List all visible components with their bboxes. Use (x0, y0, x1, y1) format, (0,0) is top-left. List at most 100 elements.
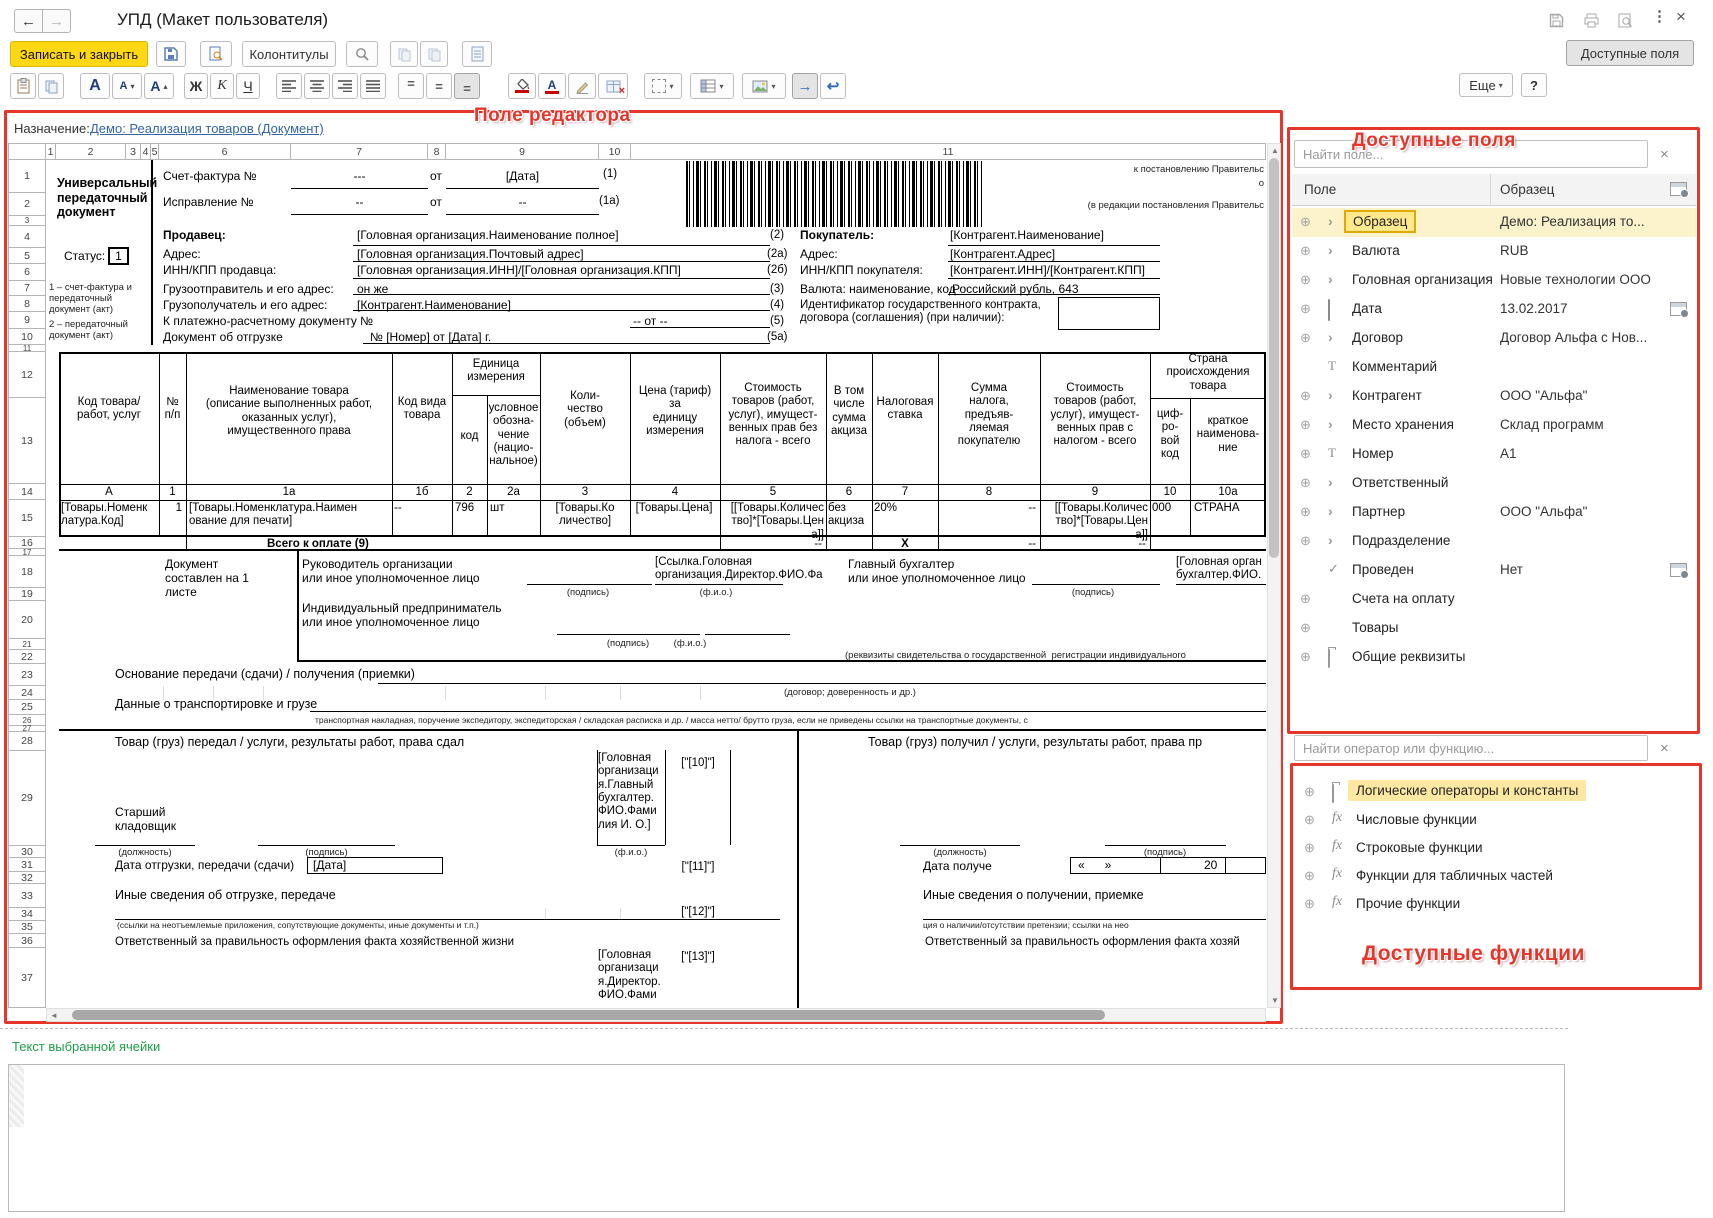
row-header-cell[interactable]: 32 (8, 872, 46, 884)
copy-button-1[interactable] (390, 41, 418, 67)
invoice-date-cell[interactable]: [Дата] (446, 170, 599, 184)
field-row-proveden[interactable]: ✓ Проведен Нет (1292, 556, 1696, 585)
ip-cell[interactable]: Индивидуальный предприниматель или иное … (302, 602, 501, 630)
function-group-string[interactable]: ⊕ fx Строковые функции (1296, 834, 1700, 863)
row-header-cell[interactable]: 21 (8, 639, 46, 650)
total-dash-9[interactable]: -- (1040, 538, 1146, 551)
buyer-addr-label[interactable]: Адрес: (800, 248, 838, 262)
function-group-other[interactable]: ⊕ fx Прочие функции (1296, 890, 1700, 919)
expand-icon[interactable]: ⊕ (1300, 330, 1311, 346)
shipdate-label[interactable]: Дата отгрузки, передачи (сдачи) (115, 859, 294, 873)
field-settings-icon[interactable] (1670, 302, 1687, 316)
column-header-cell[interactable]: 9 (446, 143, 599, 160)
window-close-icon[interactable]: × (1676, 7, 1686, 27)
fields-col-sample[interactable]: Образец (1500, 182, 1554, 197)
buyer-value[interactable]: [Контрагент.Наименование] (950, 229, 1104, 243)
head-org-cell[interactable]: Руководитель организации или иное уполно… (302, 558, 480, 586)
expand-icon[interactable]: ⊕ (1300, 301, 1311, 317)
cells-style-dropdown[interactable]: ▾ (690, 73, 734, 99)
save-close-button[interactable]: Записать и закрыть (10, 41, 148, 67)
align-justify-button[interactable] (360, 73, 386, 99)
field-label[interactable]: Ответственный (1352, 475, 1448, 490)
field-label[interactable]: Товары (1352, 620, 1398, 635)
legend2-cell[interactable]: 2 – передаточный документ (акт) (49, 319, 128, 341)
gov-contract-label[interactable]: Идентификатор государственного контракта… (800, 299, 1058, 326)
field-search-clear-icon[interactable]: × (1660, 146, 1669, 163)
preview-icon[interactable] (1617, 12, 1634, 29)
expand-icon[interactable]: ⊕ (1300, 533, 1311, 549)
function-group-numeric[interactable]: ⊕ fx Числовые функции (1296, 806, 1700, 835)
field-row-dogovor[interactable]: ⊕ › Договор Договор Альфа с Нов... (1292, 324, 1696, 353)
field-label[interactable]: Проведен (1352, 562, 1414, 577)
legend1-cell[interactable]: 1 – счет-фактура и передаточный документ… (49, 282, 132, 315)
expand-icon[interactable]: ⊕ (1300, 591, 1311, 607)
expand-icon[interactable]: ⊕ (1300, 214, 1311, 230)
row-header-cell[interactable]: 25 (8, 700, 46, 715)
field-row-kontragent[interactable]: ⊕ › Контрагент ООО "Альфа" (1292, 382, 1696, 411)
row-header-cell[interactable]: 22 (8, 650, 46, 664)
correction-label-cell[interactable]: Исправление № (163, 196, 253, 210)
font-smaller-button[interactable]: А▾ (112, 73, 142, 99)
picture-dropdown[interactable]: ▾ (742, 73, 786, 99)
field-label[interactable]: Комментарий (1352, 359, 1437, 374)
buyer-inn-label[interactable]: ИНН/КПП покупателя: (800, 264, 923, 278)
row-header-cell[interactable]: 24 (8, 686, 46, 700)
align-center-button[interactable] (304, 73, 330, 99)
bold-button[interactable]: Ж (184, 73, 208, 99)
scroll-up-icon[interactable]: ▲ (1271, 146, 1279, 155)
field-value[interactable]: Демо: Реализация то... (1500, 214, 1645, 229)
row-header-cell[interactable]: 37 (8, 948, 46, 1008)
row-header-cell[interactable]: 19 (8, 588, 46, 601)
column-header-cell[interactable]: 6 (159, 143, 291, 160)
sheet-corner[interactable] (8, 143, 46, 160)
editor-hscroll-thumb[interactable] (72, 1010, 1105, 1020)
row-header-cell[interactable]: 4 (8, 226, 46, 248)
column-header-cell[interactable]: 1 (46, 143, 56, 160)
paste-button[interactable] (10, 73, 36, 99)
valign-top-button[interactable]: = (398, 73, 424, 99)
font-bigger-button[interactable]: А▴ (144, 73, 174, 99)
field-value[interactable]: Новые технологии ООО (1500, 272, 1651, 287)
field-label[interactable]: Дата (1352, 301, 1382, 316)
other-recv-label[interactable]: Иные сведения о получении, приемке (923, 888, 1144, 903)
expand-icon[interactable]: ⊕ (1304, 896, 1315, 912)
delete-format-button[interactable]: × (598, 73, 628, 99)
copy-format-button[interactable] (38, 73, 64, 99)
f11-cell[interactable]: ["[11]"] (668, 861, 728, 874)
expand-icon[interactable]: ⊕ (1300, 475, 1311, 491)
field-row-golovnaya[interactable]: ⊕ › Головная организация Новые технологи… (1292, 266, 1696, 295)
director-ref-cell[interactable]: [Ссылка.Головная организация.Директор.ФИ… (655, 556, 787, 583)
function-group-logical[interactable]: ⊕ Логические операторы и константы (1296, 778, 1700, 807)
field-value[interactable]: Склад программ (1500, 417, 1604, 432)
seller-value[interactable]: [Головная организация.Наименование полно… (357, 229, 619, 243)
copy-button-2[interactable] (420, 41, 448, 67)
field-row-tovary[interactable]: ⊕ Товары (1292, 614, 1696, 643)
field-label[interactable]: Головная организация (1352, 272, 1493, 287)
expand-icon[interactable]: ⊕ (1304, 812, 1315, 828)
seller-addr-label[interactable]: Адрес: (163, 248, 201, 262)
field-row-podrazdelenie[interactable]: ⊕ › Подразделение (1292, 527, 1696, 556)
headers-footers-button[interactable]: Колонтитулы (242, 41, 336, 67)
field-value[interactable]: 13.02.2017 (1500, 301, 1568, 316)
from-word-cell[interactable]: от (430, 170, 442, 184)
expand-icon[interactable]: ⊕ (1300, 620, 1311, 636)
column-header-cell[interactable]: 8 (428, 143, 446, 160)
valign-center-button[interactable]: = (426, 73, 452, 99)
currency-label[interactable]: Валюта: наименование, код (800, 283, 956, 297)
row-header-cell[interactable]: 12 (8, 352, 46, 398)
valign-bottom-button[interactable]: = (454, 73, 480, 99)
field-label[interactable]: Контрагент (1352, 388, 1422, 403)
received-label[interactable]: Товар (груз) получил / услуги, результат… (868, 735, 1202, 750)
shipper-value[interactable]: он же (357, 283, 388, 297)
forward-button[interactable]: → (42, 9, 71, 33)
total-dash-5[interactable]: -- (720, 538, 822, 551)
row-header-cell[interactable]: 5 (8, 248, 46, 264)
basis-label[interactable]: Основание передачи (сдачи) / получения (… (115, 667, 415, 682)
wrap-text-button[interactable]: ↩ (820, 73, 846, 99)
row-header-cell[interactable]: 15 (8, 500, 46, 537)
available-fields-toggle[interactable]: Доступные поля (1566, 40, 1694, 66)
function-search-input[interactable] (1294, 735, 1648, 761)
expand-icon[interactable]: ⊕ (1304, 840, 1315, 856)
other-ship-label[interactable]: Иные сведения об отгрузке, передаче (115, 888, 336, 903)
field-label[interactable]: Партнер (1352, 504, 1405, 519)
